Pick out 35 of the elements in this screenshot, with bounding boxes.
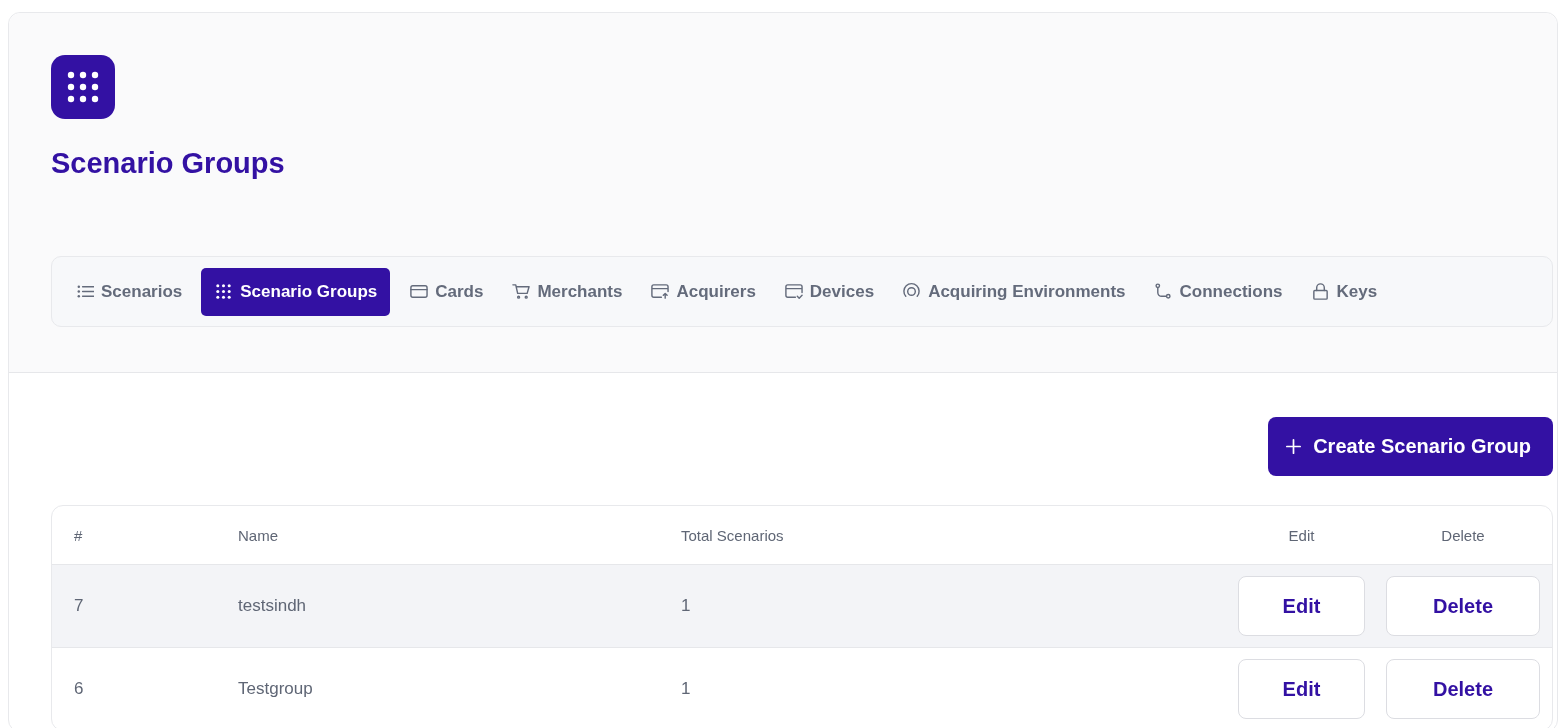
delete-button[interactable]: Delete xyxy=(1386,576,1540,636)
create-scenario-group-button[interactable]: Create Scenario Group xyxy=(1268,417,1553,476)
edit-button[interactable]: Edit xyxy=(1238,576,1365,636)
table-cell: 1 xyxy=(681,679,691,698)
table-cell: 7 xyxy=(74,596,84,615)
table-cell: Testgroup xyxy=(238,679,313,698)
table-cell: testsindh xyxy=(238,596,307,615)
grid-icon xyxy=(214,282,234,301)
route-icon xyxy=(1153,282,1173,301)
page-title: Scenario Groups xyxy=(51,146,286,181)
nav-tab[interactable]: Scenarios xyxy=(66,267,192,316)
nav-tab[interactable]: Cards xyxy=(400,267,493,316)
column-header: Edit xyxy=(1288,526,1315,544)
nav-tab[interactable]: Acquiring Environments xyxy=(893,267,1135,316)
nav-tab[interactable]: Connections xyxy=(1144,267,1292,316)
lock-icon xyxy=(1310,282,1330,301)
nav-tab[interactable]: Scenario Groups xyxy=(201,267,391,316)
column-header: Name xyxy=(238,526,278,544)
card-arrow-icon xyxy=(650,282,670,301)
nav-tab[interactable]: Acquirers xyxy=(641,267,765,316)
nav-tab[interactable]: Keys xyxy=(1301,267,1387,316)
cart-icon xyxy=(511,282,531,301)
column-header: Total Scenarios xyxy=(681,526,784,544)
delete-button[interactable]: Delete xyxy=(1386,659,1540,719)
nav-tab[interactable]: Devices xyxy=(774,267,884,316)
table-cell: 1 xyxy=(681,596,691,615)
card-icon xyxy=(409,282,429,301)
column-header: Delete xyxy=(1441,526,1485,544)
table-cell: 6 xyxy=(74,679,84,698)
column-header: # xyxy=(74,526,83,544)
card-check-icon xyxy=(783,282,803,301)
nav-tab[interactable]: Merchants xyxy=(502,267,632,316)
edit-button[interactable]: Edit xyxy=(1238,659,1365,719)
plus-icon xyxy=(1284,437,1304,456)
grid-icon xyxy=(51,55,115,119)
